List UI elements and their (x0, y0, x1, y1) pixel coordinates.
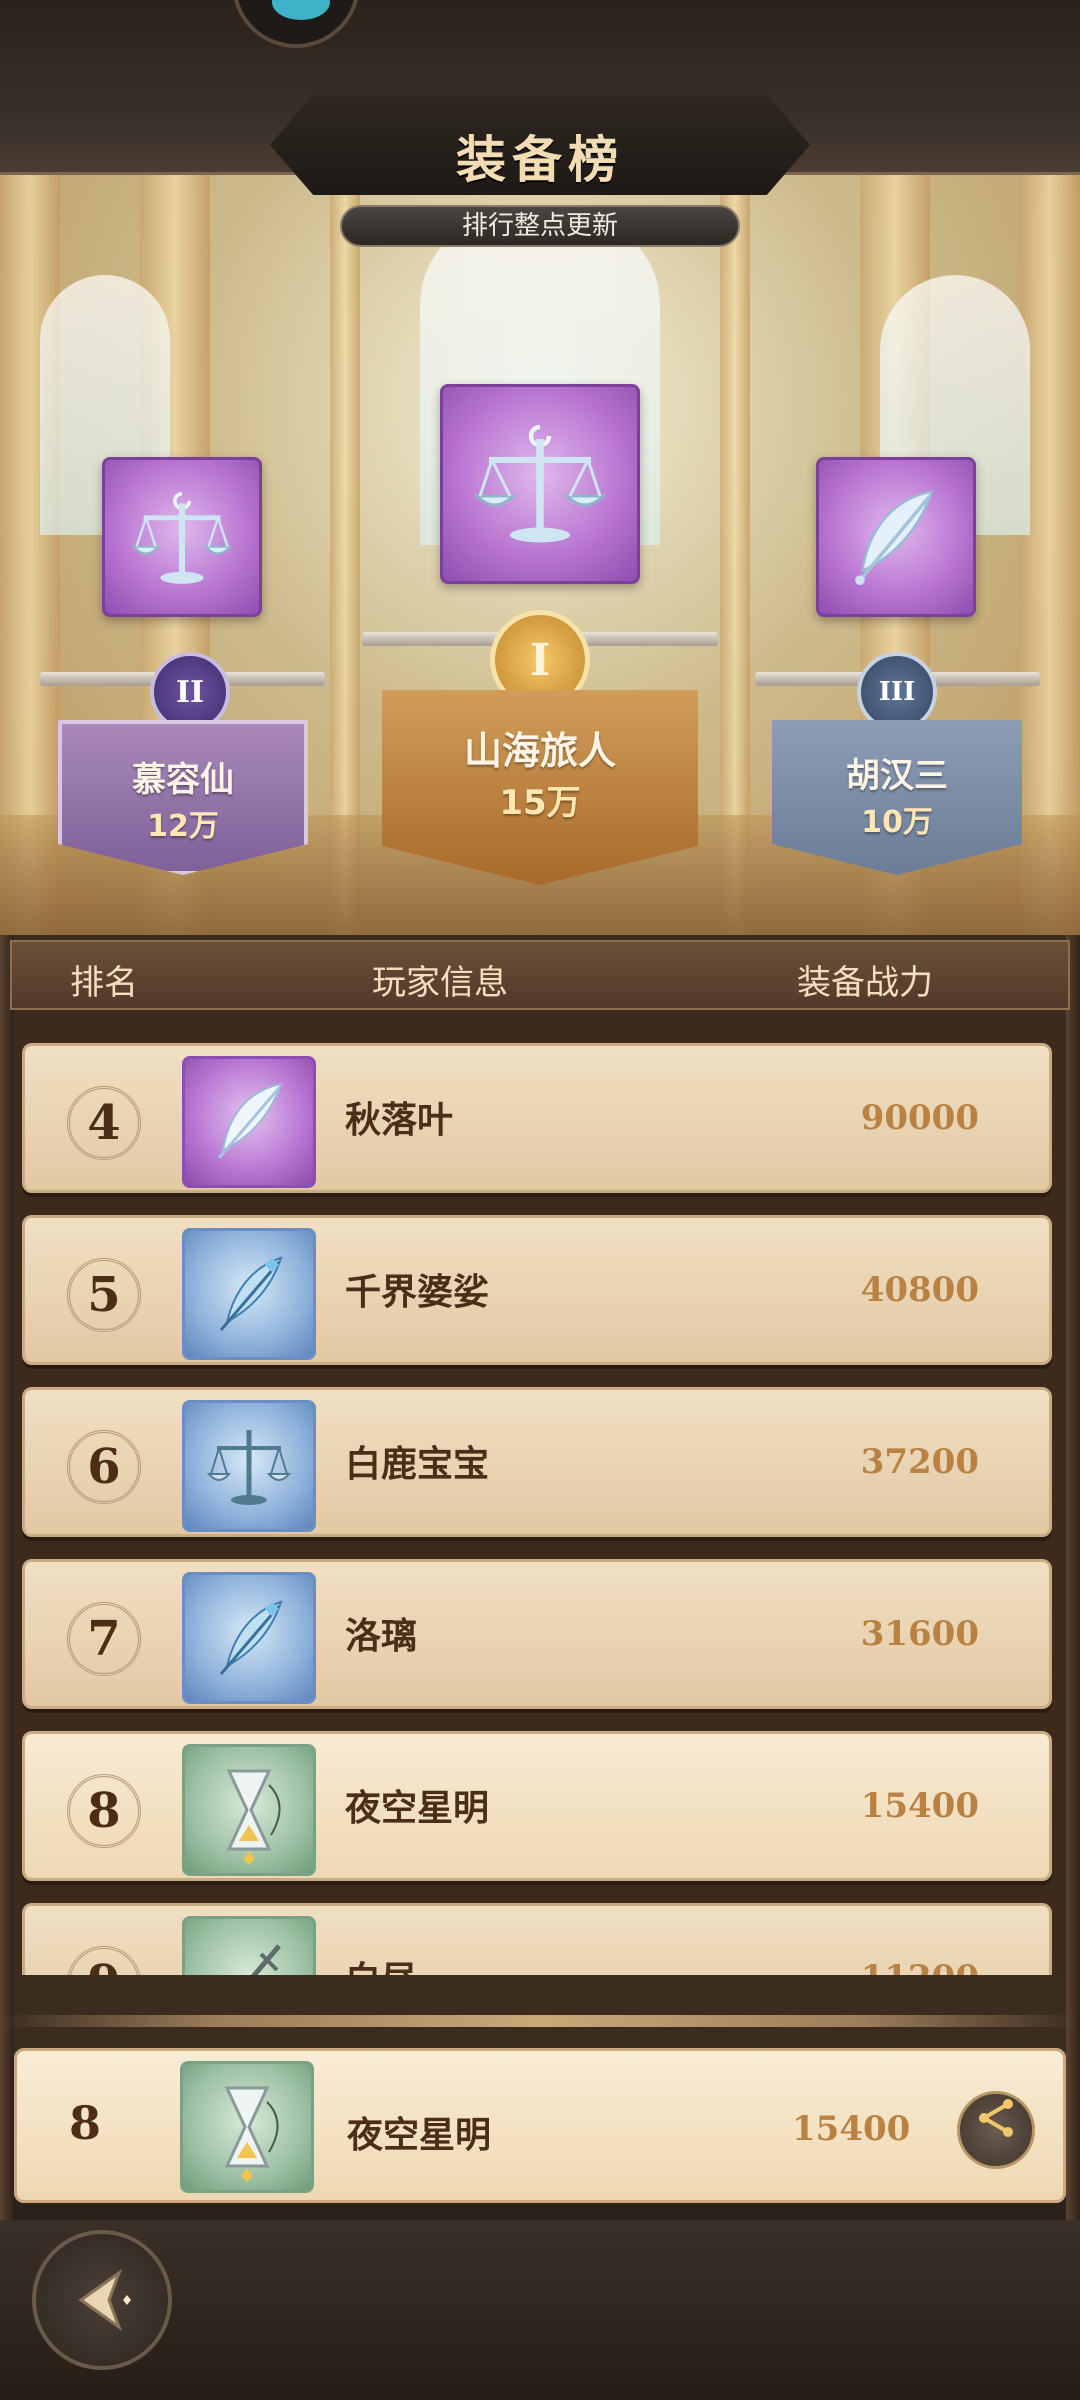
first-place-name: 山海旅人 (463, 729, 616, 773)
player-name: 夜空星明 (345, 1788, 490, 1829)
feather-icon (219, 1600, 283, 1675)
player-name: 秋落叶 (345, 1100, 454, 1141)
second-place-score: 12万 (147, 809, 219, 844)
third-place-item-icon[interactable] (816, 457, 976, 617)
equipment-icon[interactable] (182, 1056, 316, 1188)
feather-icon (217, 1082, 283, 1159)
second-place-item-icon[interactable] (102, 457, 262, 617)
divider-ornament (0, 2015, 1080, 2027)
third-place-score: 10万 (861, 805, 933, 840)
table-row[interactable]: 4 秋落叶 90000 (22, 1043, 1052, 1193)
share-button[interactable] (957, 2091, 1035, 2169)
column-rank: 排名 (70, 963, 138, 1003)
scales-icon (131, 492, 233, 584)
first-place-score: 15万 (499, 783, 581, 823)
my-rank-row[interactable]: 8 夜空星明 15400 (14, 2048, 1066, 2203)
my-player-name: 夜空星明 (347, 2115, 492, 2156)
power-value: 31600 (860, 1614, 979, 1654)
third-place-banner[interactable]: 胡汉三 10万 (772, 720, 1022, 875)
table-row[interactable]: 9 白昼 11200 (22, 1903, 1052, 1975)
equipment-icon[interactable] (182, 1228, 316, 1360)
scales-icon (206, 1430, 292, 1505)
ranking-list[interactable]: 4 秋落叶 90000 5 千界婆娑 40800 6 白鹿宝宝 37200 7 … (14, 1010, 1066, 1975)
power-value: 11200 (861, 1958, 979, 1975)
first-place-item-icon[interactable] (440, 384, 640, 584)
table-row[interactable]: 8 夜空星明 15400 (22, 1731, 1052, 1881)
power-value: 15400 (860, 1786, 979, 1826)
side-rail (1066, 935, 1080, 2225)
equipment-icon[interactable] (182, 1400, 316, 1532)
rank-number: 5 (67, 1258, 141, 1332)
player-name: 千界婆娑 (345, 1272, 490, 1313)
rank-number: 8 (67, 1774, 141, 1848)
rank-number: 4 (67, 1086, 141, 1160)
update-notice: 排行整点更新 (340, 205, 740, 247)
table-row[interactable]: 5 千界婆娑 40800 (22, 1215, 1052, 1365)
side-rail (0, 935, 14, 2225)
first-place-banner[interactable]: 山海旅人 15万 (382, 690, 698, 885)
hourglass-icon (226, 1769, 281, 1865)
back-button[interactable] (32, 2230, 172, 2370)
table-row[interactable]: 7 洛璃 31600 (22, 1559, 1052, 1709)
equipment-icon[interactable] (182, 1744, 316, 1876)
player-name: 白昼 (345, 1951, 417, 1975)
ranking-list-header: 排名 玩家信息 装备战力 (10, 940, 1070, 1010)
page-title: 装备榜 (456, 131, 624, 189)
my-equipment-icon[interactable] (180, 2061, 314, 2193)
third-place-name: 胡汉三 (846, 756, 948, 796)
rank-number: 9 (67, 1946, 141, 1975)
equipment-icon[interactable] (182, 1572, 316, 1704)
column-power: 装备战力 (797, 963, 933, 1003)
my-rank-number: 8 (69, 2096, 102, 2150)
back-arrow-icon (78, 2268, 131, 2332)
second-place-name: 慕容仙 (132, 760, 234, 800)
sword-icon (251, 1944, 281, 1975)
mascot-avatar-icon[interactable] (232, 0, 360, 48)
second-place-banner[interactable]: 慕容仙 12万 (58, 720, 308, 875)
feather-icon (855, 489, 934, 585)
share-icon (979, 2099, 1013, 2137)
rank-number: 7 (67, 1602, 141, 1676)
mascot-eye (272, 0, 330, 20)
power-value: 90000 (860, 1098, 979, 1138)
player-name: 洛璃 (345, 1616, 418, 1657)
column-player-info: 玩家信息 (372, 963, 508, 1003)
power-value: 37200 (860, 1442, 979, 1482)
player-name: 白鹿宝宝 (345, 1444, 490, 1485)
scales-icon (473, 424, 607, 543)
equipment-icon[interactable] (182, 1916, 316, 1975)
hourglass-icon (224, 2086, 279, 2182)
rank-number: 6 (67, 1430, 141, 1504)
table-row[interactable]: 6 白鹿宝宝 37200 (22, 1387, 1052, 1537)
my-power-value: 15400 (792, 2109, 911, 2149)
feather-icon (219, 1256, 283, 1331)
power-value: 40800 (860, 1270, 979, 1310)
